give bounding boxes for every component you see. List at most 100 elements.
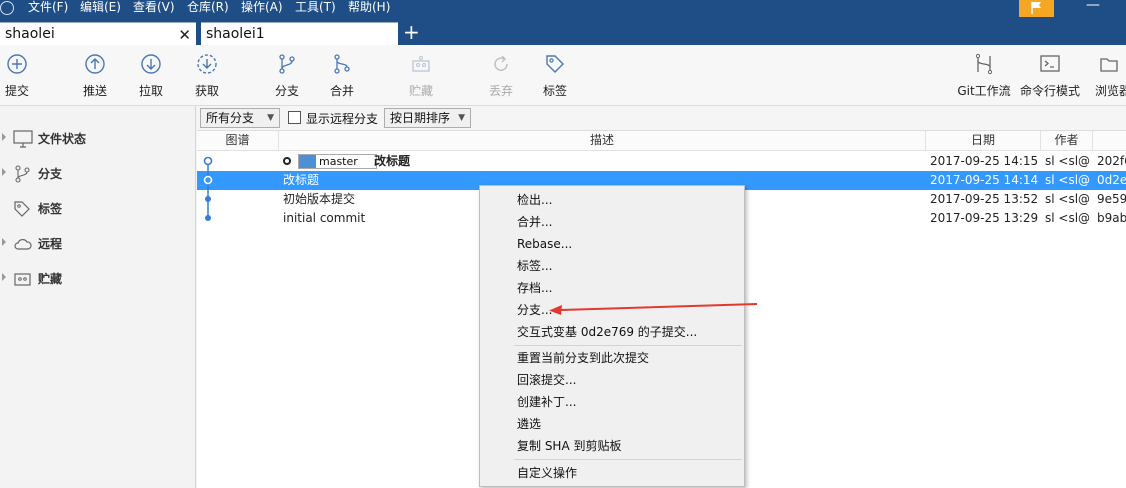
menu-item-create-patch[interactable]: 创建补丁... xyxy=(480,391,744,413)
menu-item-custom-actions[interactable]: 自定义操作 xyxy=(480,462,744,484)
sidebar-item-file-status[interactable]: 文件状态 xyxy=(0,126,196,152)
menu-item-cherry-pick[interactable]: 遴选 xyxy=(480,413,744,435)
branch-label[interactable]: master xyxy=(298,154,377,169)
graph-node xyxy=(203,175,213,185)
commit-description: initial commit xyxy=(283,211,366,225)
commit-button[interactable]: 提交 xyxy=(2,53,32,101)
sidebar-item-tags[interactable]: 标签 xyxy=(0,196,196,222)
merge-button[interactable]: 合并 xyxy=(327,53,357,101)
flag-icon xyxy=(1031,2,1041,14)
menu-item-revert[interactable]: 回滚提交... xyxy=(480,369,744,391)
notification-flag-button[interactable] xyxy=(1019,0,1054,17)
stash-icon xyxy=(412,56,430,72)
graph-node xyxy=(203,156,213,166)
tag-button[interactable]: 标签 xyxy=(540,53,570,101)
sidebar-item-branches[interactable]: 分支 xyxy=(0,161,196,187)
folder-icon xyxy=(1100,58,1118,72)
commit-description: 初始版本提交 xyxy=(283,192,356,206)
minimize-button[interactable]: — xyxy=(1086,0,1100,14)
fetch-icon xyxy=(197,54,217,74)
chevron-right-icon[interactable] xyxy=(2,133,6,141)
sort-order-select[interactable]: 按日期排序 ▼ xyxy=(384,108,471,128)
commit-date: 2017-09-25 13:52 xyxy=(930,192,1039,206)
new-tab-button[interactable]: + xyxy=(403,21,420,43)
commit-author: sl <sl@ xyxy=(1045,154,1091,168)
discard-button[interactable]: 丢弃 xyxy=(486,53,516,101)
arrow-up-circle-icon xyxy=(85,54,105,74)
tab-shaolei1[interactable]: shaolei1 xyxy=(201,22,398,45)
menu-item-archive[interactable]: 存档... xyxy=(480,277,744,299)
commit-date: 2017-09-25 13:29 xyxy=(930,211,1039,225)
push-button[interactable]: 推送 xyxy=(80,53,110,101)
column-date[interactable]: 日期 xyxy=(926,131,1041,151)
commit-description: 改标题 xyxy=(283,173,320,187)
menu-item-interactive-rebase[interactable]: 交互式变基 0d2e769 的子提交... xyxy=(480,321,744,343)
cloud-icon xyxy=(14,239,32,250)
merge-icon xyxy=(334,54,350,74)
stash-button[interactable]: 贮藏 xyxy=(406,53,436,101)
tab-label: shaolei xyxy=(5,26,55,42)
branch-filter-select[interactable]: 所有分支 ▼ xyxy=(200,108,280,128)
graph-node xyxy=(205,196,211,202)
column-header: 图谱 描述 日期 作者 xyxy=(197,131,1126,151)
menu-view[interactable]: 查看(V) xyxy=(133,0,175,19)
tab-strip: shaolei ✕ shaolei1 + xyxy=(0,19,1126,45)
menu-separator xyxy=(514,345,742,346)
menu-item-rebase[interactable]: Rebase... xyxy=(480,233,744,255)
sidebar: 文件状态 分支 标签 远程 贮藏 xyxy=(0,106,196,488)
menu-item-tag[interactable]: 标签... xyxy=(480,255,744,277)
git-flow-icon xyxy=(975,53,993,75)
menu-actions[interactable]: 操作(A) xyxy=(241,0,283,19)
menu-repository[interactable]: 仓库(R) xyxy=(187,0,229,19)
column-description[interactable]: 描述 xyxy=(279,131,926,151)
monitor-icon xyxy=(13,130,33,148)
branch-button[interactable]: 分支 xyxy=(272,53,302,101)
menu-item-merge[interactable]: 合并... xyxy=(480,211,744,233)
app-icon xyxy=(0,1,14,15)
stash-icon xyxy=(14,273,31,286)
graph-node xyxy=(205,215,211,221)
context-menu: 检出... 合并... Rebase... 标签... 存档... 分支... … xyxy=(479,185,745,487)
menu-file[interactable]: 文件(F) xyxy=(28,0,68,19)
chevron-right-icon[interactable] xyxy=(2,273,6,281)
checkbox[interactable] xyxy=(288,111,301,124)
head-marker-icon xyxy=(283,157,291,165)
menu-item-copy-sha[interactable]: 复制 SHA 到剪贴板 xyxy=(480,435,744,457)
commit-graph xyxy=(203,156,213,221)
menu-help[interactable]: 帮助(H) xyxy=(348,0,390,19)
filter-bar: 所有分支 ▼ 显示远程分支 按日期排序 ▼ xyxy=(197,106,1126,131)
commit-date: 2017-09-25 14:14 xyxy=(930,173,1039,187)
commit-date: 2017-09-25 14:15 xyxy=(930,154,1039,168)
menu-item-checkout[interactable]: 检出... xyxy=(480,189,744,211)
commit-hash: 0d2e xyxy=(1097,173,1126,187)
branch-icon xyxy=(279,54,295,74)
arrow-down-circle-icon xyxy=(141,54,161,74)
sidebar-item-stashes[interactable]: 贮藏 xyxy=(0,266,196,292)
tab-label: shaolei1 xyxy=(206,26,265,42)
menu-edit[interactable]: 编辑(E) xyxy=(80,0,121,19)
branch-icon xyxy=(299,155,316,168)
discard-icon xyxy=(494,55,508,71)
menu-bar: 文件(F) 编辑(E) 查看(V) 仓库(R) 操作(A) 工具(T) 帮助(H… xyxy=(0,0,1126,19)
table-row[interactable]: master 改标题 2017-09-25 14:15 sl <sl@ 202f… xyxy=(197,152,1126,171)
plus-circle-icon xyxy=(7,54,27,74)
chevron-down-icon: ▼ xyxy=(458,113,465,123)
fetch-button[interactable]: 获取 xyxy=(192,53,222,101)
column-author[interactable]: 作者 xyxy=(1041,131,1093,151)
browse-button[interactable]: 浏览器 xyxy=(1092,53,1126,101)
tag-icon xyxy=(14,201,30,217)
terminal-button[interactable]: 命令行模式 xyxy=(1019,53,1081,101)
close-icon[interactable]: ✕ xyxy=(178,26,191,44)
column-graph[interactable]: 图谱 xyxy=(197,131,279,151)
chevron-right-icon[interactable] xyxy=(2,168,6,176)
terminal-icon xyxy=(1040,55,1060,72)
git-flow-button[interactable]: Git工作流 xyxy=(955,53,1013,101)
menu-item-reset[interactable]: 重置当前分支到此次提交 xyxy=(480,347,744,369)
menu-separator xyxy=(514,459,742,460)
pull-button[interactable]: 拉取 xyxy=(136,53,166,101)
sidebar-item-remotes[interactable]: 远程 xyxy=(0,231,196,257)
chevron-right-icon[interactable] xyxy=(2,238,6,246)
toolbar: 提交 推送 拉取 获取 分支 合并 贮藏 丢弃 标签 Git工作流 命令行模式 xyxy=(0,45,1126,106)
tab-shaolei[interactable]: shaolei ✕ xyxy=(0,22,196,45)
menu-tools[interactable]: 工具(T) xyxy=(295,0,336,19)
